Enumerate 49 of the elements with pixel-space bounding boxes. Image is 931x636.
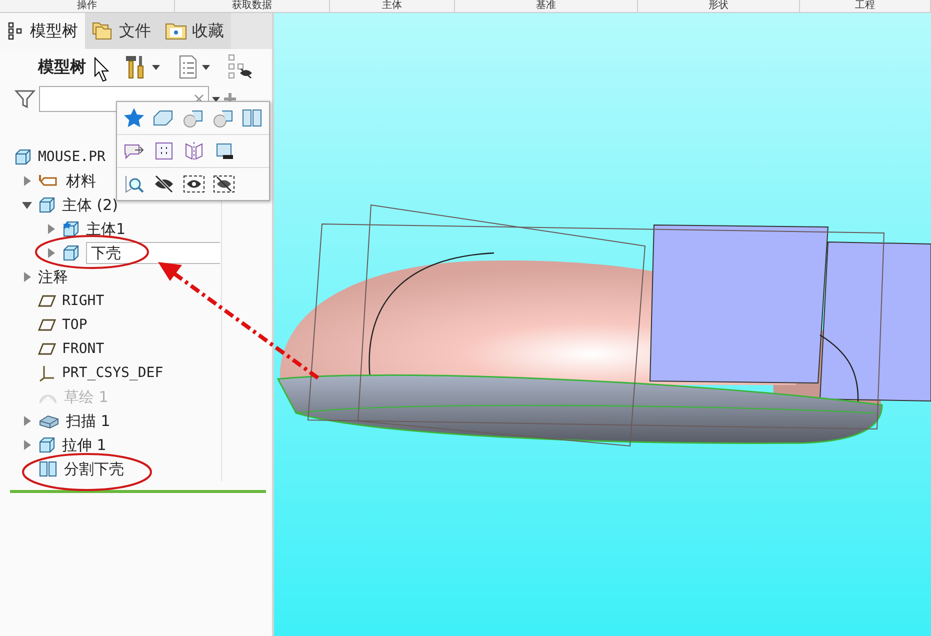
tree-item-label[interactable]: MOUSE.PR	[38, 149, 106, 165]
filter-icon[interactable]	[14, 88, 36, 110]
tree-item-label[interactable]: 拉伸 1	[62, 436, 106, 454]
ribbon-group-label: 操作	[0, 0, 175, 12]
folder-star-icon	[165, 22, 187, 40]
body-cube-icon	[62, 244, 80, 262]
ribbon-group-label: 工程	[800, 0, 931, 12]
panel-tab[interactable]: 模型树	[0, 13, 85, 49]
panel-title: 模型树	[38, 56, 86, 78]
coordinate-system-icon	[38, 364, 56, 382]
sweep-solid-icon	[38, 413, 60, 429]
tree-item-label[interactable]: 主体1	[86, 220, 126, 238]
rename-input-field[interactable]: 下壳	[86, 242, 220, 264]
collapsed-triangle-icon[interactable]	[22, 416, 32, 426]
tree-item-label[interactable]: 注释	[38, 268, 68, 286]
extrude-icon	[38, 436, 56, 454]
tree-item-label[interactable]: 分割下壳	[64, 460, 124, 478]
list-settings-icon[interactable]	[178, 55, 198, 79]
datum-plane-icon	[38, 294, 56, 308]
tree-item-label[interactable]: 主体 (2)	[62, 196, 118, 214]
tree-visibility-icon[interactable]	[228, 54, 254, 80]
panel-tab[interactable]: 收藏	[158, 13, 231, 49]
part-cube-icon	[14, 148, 32, 166]
ribbon-group-label: 形状	[638, 0, 800, 12]
collapsed-triangle-icon[interactable]	[22, 176, 32, 186]
ribbon-group-label: 基准	[455, 0, 638, 12]
tree-item-label[interactable]: PRT_CSYS_DEF	[62, 365, 164, 381]
tree-item-label[interactable]: RIGHT	[62, 293, 104, 309]
datum-plane-icon	[38, 342, 56, 356]
datum-plane-icon	[38, 318, 56, 332]
mouse-cursor-icon	[94, 56, 110, 82]
ribbon-group-label: 获取数据	[175, 0, 330, 12]
tree-item-label[interactable]: 扫描 1	[66, 412, 110, 430]
caret-icon[interactable]	[152, 64, 160, 70]
tree-item-label[interactable]: FRONT	[62, 341, 104, 357]
collapsed-triangle-icon[interactable]	[22, 440, 32, 450]
panel-tab[interactable]: 文件	[85, 13, 158, 49]
split-body-icon	[38, 460, 58, 478]
collapsed-triangle-icon[interactable]	[46, 224, 56, 234]
tree-item-label[interactable]: TOP	[62, 317, 88, 333]
caret-icon[interactable]	[202, 64, 210, 70]
folders-icon	[92, 21, 114, 41]
body-cube-icon	[38, 196, 56, 214]
tree-item-label[interactable]: 材料	[66, 172, 96, 190]
body-star-icon	[62, 220, 80, 238]
collapsed-triangle-icon[interactable]	[46, 248, 56, 258]
collapsed-triangle-icon[interactable]	[22, 272, 32, 282]
tag-icon	[38, 173, 60, 189]
expanded-triangle-icon[interactable]	[22, 200, 32, 210]
